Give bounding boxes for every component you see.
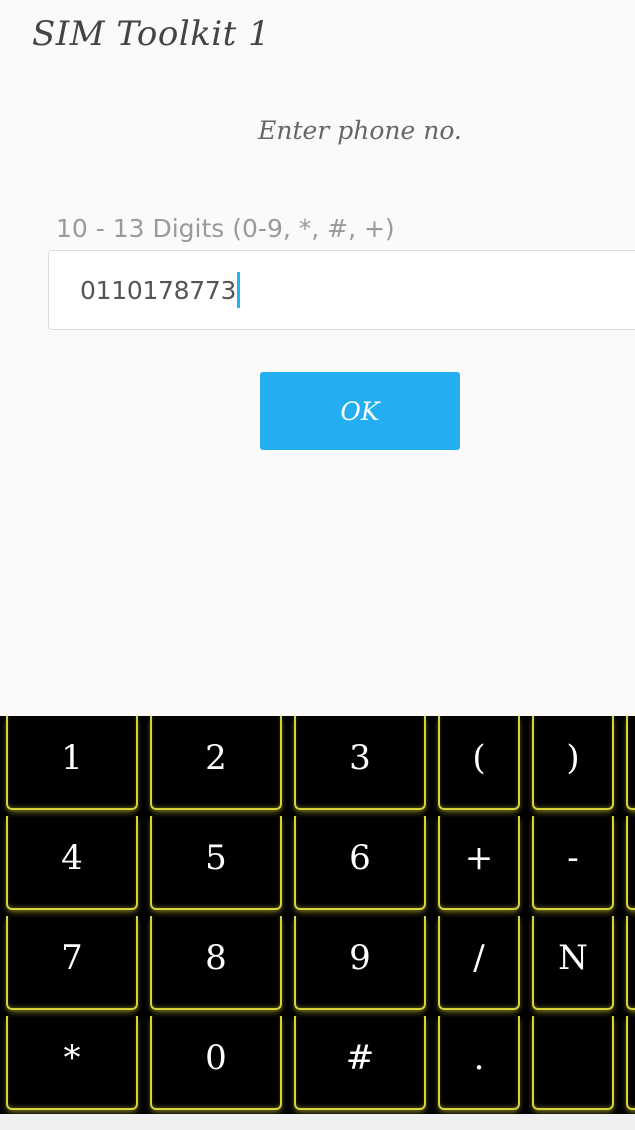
key-9-label: 9 xyxy=(349,938,371,978)
phone-number-input[interactable]: 0110178773 xyxy=(48,250,635,330)
key-n-label: N xyxy=(558,938,588,978)
key-2-label: 2 xyxy=(205,738,227,778)
key-3-label: 3 xyxy=(349,738,371,778)
key-partial[interactable] xyxy=(626,1016,635,1110)
key-slash[interactable]: / xyxy=(438,916,520,1010)
key-partial[interactable] xyxy=(626,916,635,1010)
numeric-keyboard: 1 2 3 ( ) 4 5 6 + - 7 8 9 / N * 0 # . xyxy=(0,716,635,1114)
key-4-label: 4 xyxy=(61,838,83,878)
key-3[interactable]: 3 xyxy=(294,716,426,810)
key-close-paren-label: ) xyxy=(566,738,580,778)
key-2[interactable]: 2 xyxy=(150,716,282,810)
phone-number-value: 0110178773 xyxy=(80,275,237,305)
key-6[interactable]: 6 xyxy=(294,816,426,910)
key-0-label: 0 xyxy=(205,1038,227,1078)
ok-button[interactable]: OK xyxy=(260,372,460,450)
key-7-label: 7 xyxy=(61,938,83,978)
key-hash-label: # xyxy=(345,1038,375,1078)
key-8[interactable]: 8 xyxy=(150,916,282,1010)
key-9[interactable]: 9 xyxy=(294,916,426,1010)
key-0[interactable]: 0 xyxy=(150,1016,282,1110)
key-5-label: 5 xyxy=(205,838,227,878)
key-plus[interactable]: + xyxy=(438,816,520,910)
key-partial[interactable] xyxy=(626,716,635,810)
key-dot-label: . xyxy=(473,1038,485,1078)
key-star[interactable]: * xyxy=(6,1016,138,1110)
key-star-label: * xyxy=(63,1038,81,1078)
key-1[interactable]: 1 xyxy=(6,716,138,810)
hint-label: 10 - 13 Digits (0-9, *, #, +) xyxy=(56,214,395,243)
text-cursor xyxy=(237,272,241,308)
key-n[interactable]: N xyxy=(532,916,614,1010)
key-close-paren[interactable]: ) xyxy=(532,716,614,810)
key-4[interactable]: 4 xyxy=(6,816,138,910)
key-6-label: 6 xyxy=(349,838,371,878)
key-minus[interactable]: - xyxy=(532,816,614,910)
key-8-label: 8 xyxy=(205,938,227,978)
key-slash-label: / xyxy=(473,938,485,978)
prompt-label: Enter phone no. xyxy=(258,116,462,145)
key-dot[interactable]: . xyxy=(438,1016,520,1110)
key-5[interactable]: 5 xyxy=(150,816,282,910)
key-blank[interactable] xyxy=(532,1016,614,1110)
sim-toolkit-screen: SIM Toolkit 1 Enter phone no. 10 - 13 Di… xyxy=(0,0,635,1130)
app-title: SIM Toolkit 1 xyxy=(32,14,271,54)
key-minus-label: - xyxy=(567,838,579,878)
bottom-bar xyxy=(0,1114,635,1130)
key-open-paren[interactable]: ( xyxy=(438,716,520,810)
key-1-label: 1 xyxy=(61,738,83,778)
key-7[interactable]: 7 xyxy=(6,916,138,1010)
key-open-paren-label: ( xyxy=(472,738,486,778)
key-partial[interactable] xyxy=(626,816,635,910)
key-hash[interactable]: # xyxy=(294,1016,426,1110)
key-plus-label: + xyxy=(464,838,494,878)
